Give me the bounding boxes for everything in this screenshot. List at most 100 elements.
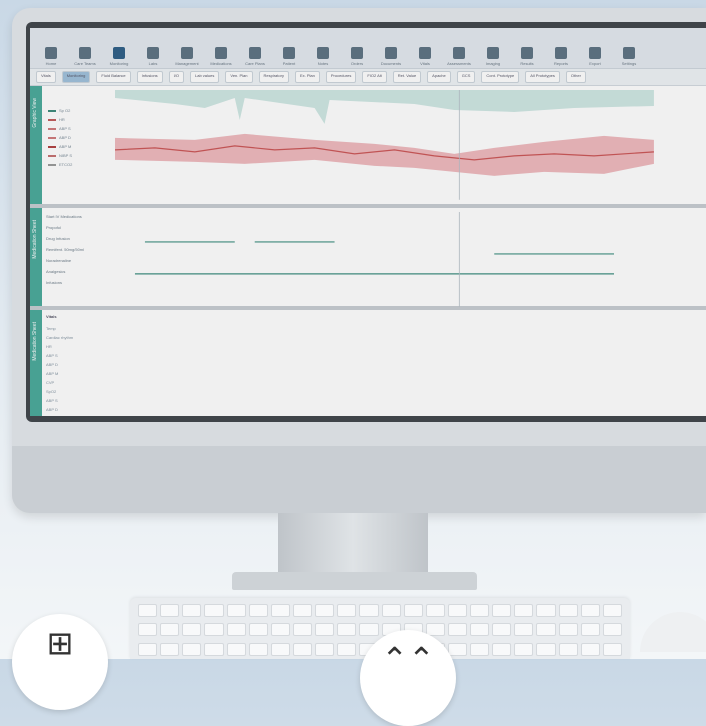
table-cell[interactable] <box>577 389 618 394</box>
table-cell[interactable] <box>126 398 167 403</box>
table-cell[interactable] <box>331 407 372 412</box>
table-cell[interactable] <box>208 362 249 367</box>
table-cell[interactable] <box>618 371 659 376</box>
toolbar-button-8[interactable]: Notes <box>308 47 338 66</box>
toolbar-button-10[interactable]: Documents <box>376 47 406 66</box>
table-cell[interactable] <box>331 353 372 358</box>
table-cell[interactable] <box>495 371 536 376</box>
table-cell[interactable] <box>249 362 290 367</box>
table-sheet-tab[interactable]: Medication Sheet <box>30 310 42 416</box>
table-cell[interactable] <box>372 326 413 331</box>
table-cell[interactable] <box>454 380 495 385</box>
table-cell[interactable] <box>249 389 290 394</box>
table-cell[interactable] <box>290 389 331 394</box>
table-cell[interactable] <box>331 335 372 340</box>
table-cell[interactable] <box>331 326 372 331</box>
view-tab[interactable]: Apache <box>427 71 451 83</box>
table-cell[interactable] <box>454 389 495 394</box>
toolbar-button-11[interactable]: Vitals <box>410 47 440 66</box>
view-tab[interactable]: Procedures <box>325 71 357 83</box>
table-cell[interactable] <box>372 335 413 340</box>
toolbar-button-4[interactable]: Management <box>172 47 202 66</box>
table-cell[interactable] <box>372 398 413 403</box>
table-cell[interactable] <box>495 344 536 349</box>
table-cell[interactable] <box>659 353 700 358</box>
view-tab[interactable]: Monitoring <box>61 71 91 83</box>
view-tab[interactable]: All Prototypes <box>525 71 560 83</box>
table-cell[interactable] <box>167 326 208 331</box>
view-tab[interactable]: I/O <box>168 71 185 83</box>
table-cell[interactable] <box>290 398 331 403</box>
table-cell[interactable] <box>167 398 208 403</box>
table-cell[interactable] <box>208 344 249 349</box>
table-cell[interactable] <box>126 344 167 349</box>
toolbar-button-12[interactable]: Assessments <box>444 47 474 66</box>
table-cell[interactable] <box>536 389 577 394</box>
table-cell[interactable] <box>413 389 454 394</box>
table-cell[interactable] <box>536 344 577 349</box>
table-cell[interactable] <box>454 371 495 376</box>
toolbar-button-7[interactable]: Patient <box>274 47 304 66</box>
table-cell[interactable] <box>495 326 536 331</box>
table-cell[interactable] <box>454 326 495 331</box>
toolbar-button-13[interactable]: Imaging <box>478 47 508 66</box>
view-tab[interactable]: FIO2 Alt <box>362 71 387 83</box>
view-tab[interactable]: Cont. Prototype <box>481 71 520 83</box>
table-cell[interactable] <box>618 362 659 367</box>
scroll-up-button[interactable]: ⌃⌃ <box>360 630 456 726</box>
table-cell[interactable] <box>126 407 167 412</box>
table-cell[interactable] <box>577 398 618 403</box>
table-cell[interactable] <box>372 353 413 358</box>
table-cell[interactable] <box>208 326 249 331</box>
table-cell[interactable] <box>331 344 372 349</box>
table-cell[interactable] <box>167 389 208 394</box>
table-cell[interactable] <box>167 362 208 367</box>
table-cell[interactable] <box>495 407 536 412</box>
table-cell[interactable] <box>495 380 536 385</box>
table-cell[interactable] <box>618 344 659 349</box>
table-cell[interactable] <box>577 353 618 358</box>
table-cell[interactable] <box>577 335 618 340</box>
toolbar-button-17[interactable]: Settings <box>614 47 644 66</box>
table-cell[interactable] <box>208 353 249 358</box>
table-cell[interactable] <box>126 335 167 340</box>
table-cell[interactable] <box>331 362 372 367</box>
table-cell[interactable] <box>618 380 659 385</box>
table-cell[interactable] <box>577 344 618 349</box>
table-cell[interactable] <box>618 407 659 412</box>
table-cell[interactable] <box>659 380 700 385</box>
table-cell[interactable] <box>331 389 372 394</box>
table-cell[interactable] <box>167 380 208 385</box>
table-cell[interactable] <box>577 362 618 367</box>
medical-kit-button[interactable]: ⊞ <box>12 614 108 710</box>
view-tab[interactable]: Fluid Balance <box>96 71 131 83</box>
toolbar-button-9[interactable]: Orders <box>342 47 372 66</box>
table-cell[interactable] <box>290 371 331 376</box>
table-cell[interactable] <box>290 326 331 331</box>
table-cell[interactable] <box>536 380 577 385</box>
table-cell[interactable] <box>167 407 208 412</box>
table-cell[interactable] <box>208 407 249 412</box>
table-cell[interactable] <box>290 362 331 367</box>
table-cell[interactable] <box>208 371 249 376</box>
table-cell[interactable] <box>659 371 700 376</box>
graphic-view-tab[interactable]: Graphic View <box>30 86 42 204</box>
table-cell[interactable] <box>372 380 413 385</box>
table-cell[interactable] <box>618 353 659 358</box>
table-cell[interactable] <box>290 344 331 349</box>
table-cell[interactable] <box>372 389 413 394</box>
toolbar-button-0[interactable]: Home <box>36 47 66 66</box>
toolbar-button-6[interactable]: Care Plans <box>240 47 270 66</box>
table-cell[interactable] <box>372 407 413 412</box>
table-cell[interactable] <box>454 362 495 367</box>
table-cell[interactable] <box>536 371 577 376</box>
table-cell[interactable] <box>331 380 372 385</box>
table-cell[interactable] <box>167 344 208 349</box>
table-cell[interactable] <box>536 362 577 367</box>
table-cell[interactable] <box>495 362 536 367</box>
table-cell[interactable] <box>372 362 413 367</box>
table-cell[interactable] <box>577 380 618 385</box>
table-cell[interactable] <box>126 380 167 385</box>
table-cell[interactable] <box>413 353 454 358</box>
view-tab[interactable]: Lab values <box>190 71 220 83</box>
